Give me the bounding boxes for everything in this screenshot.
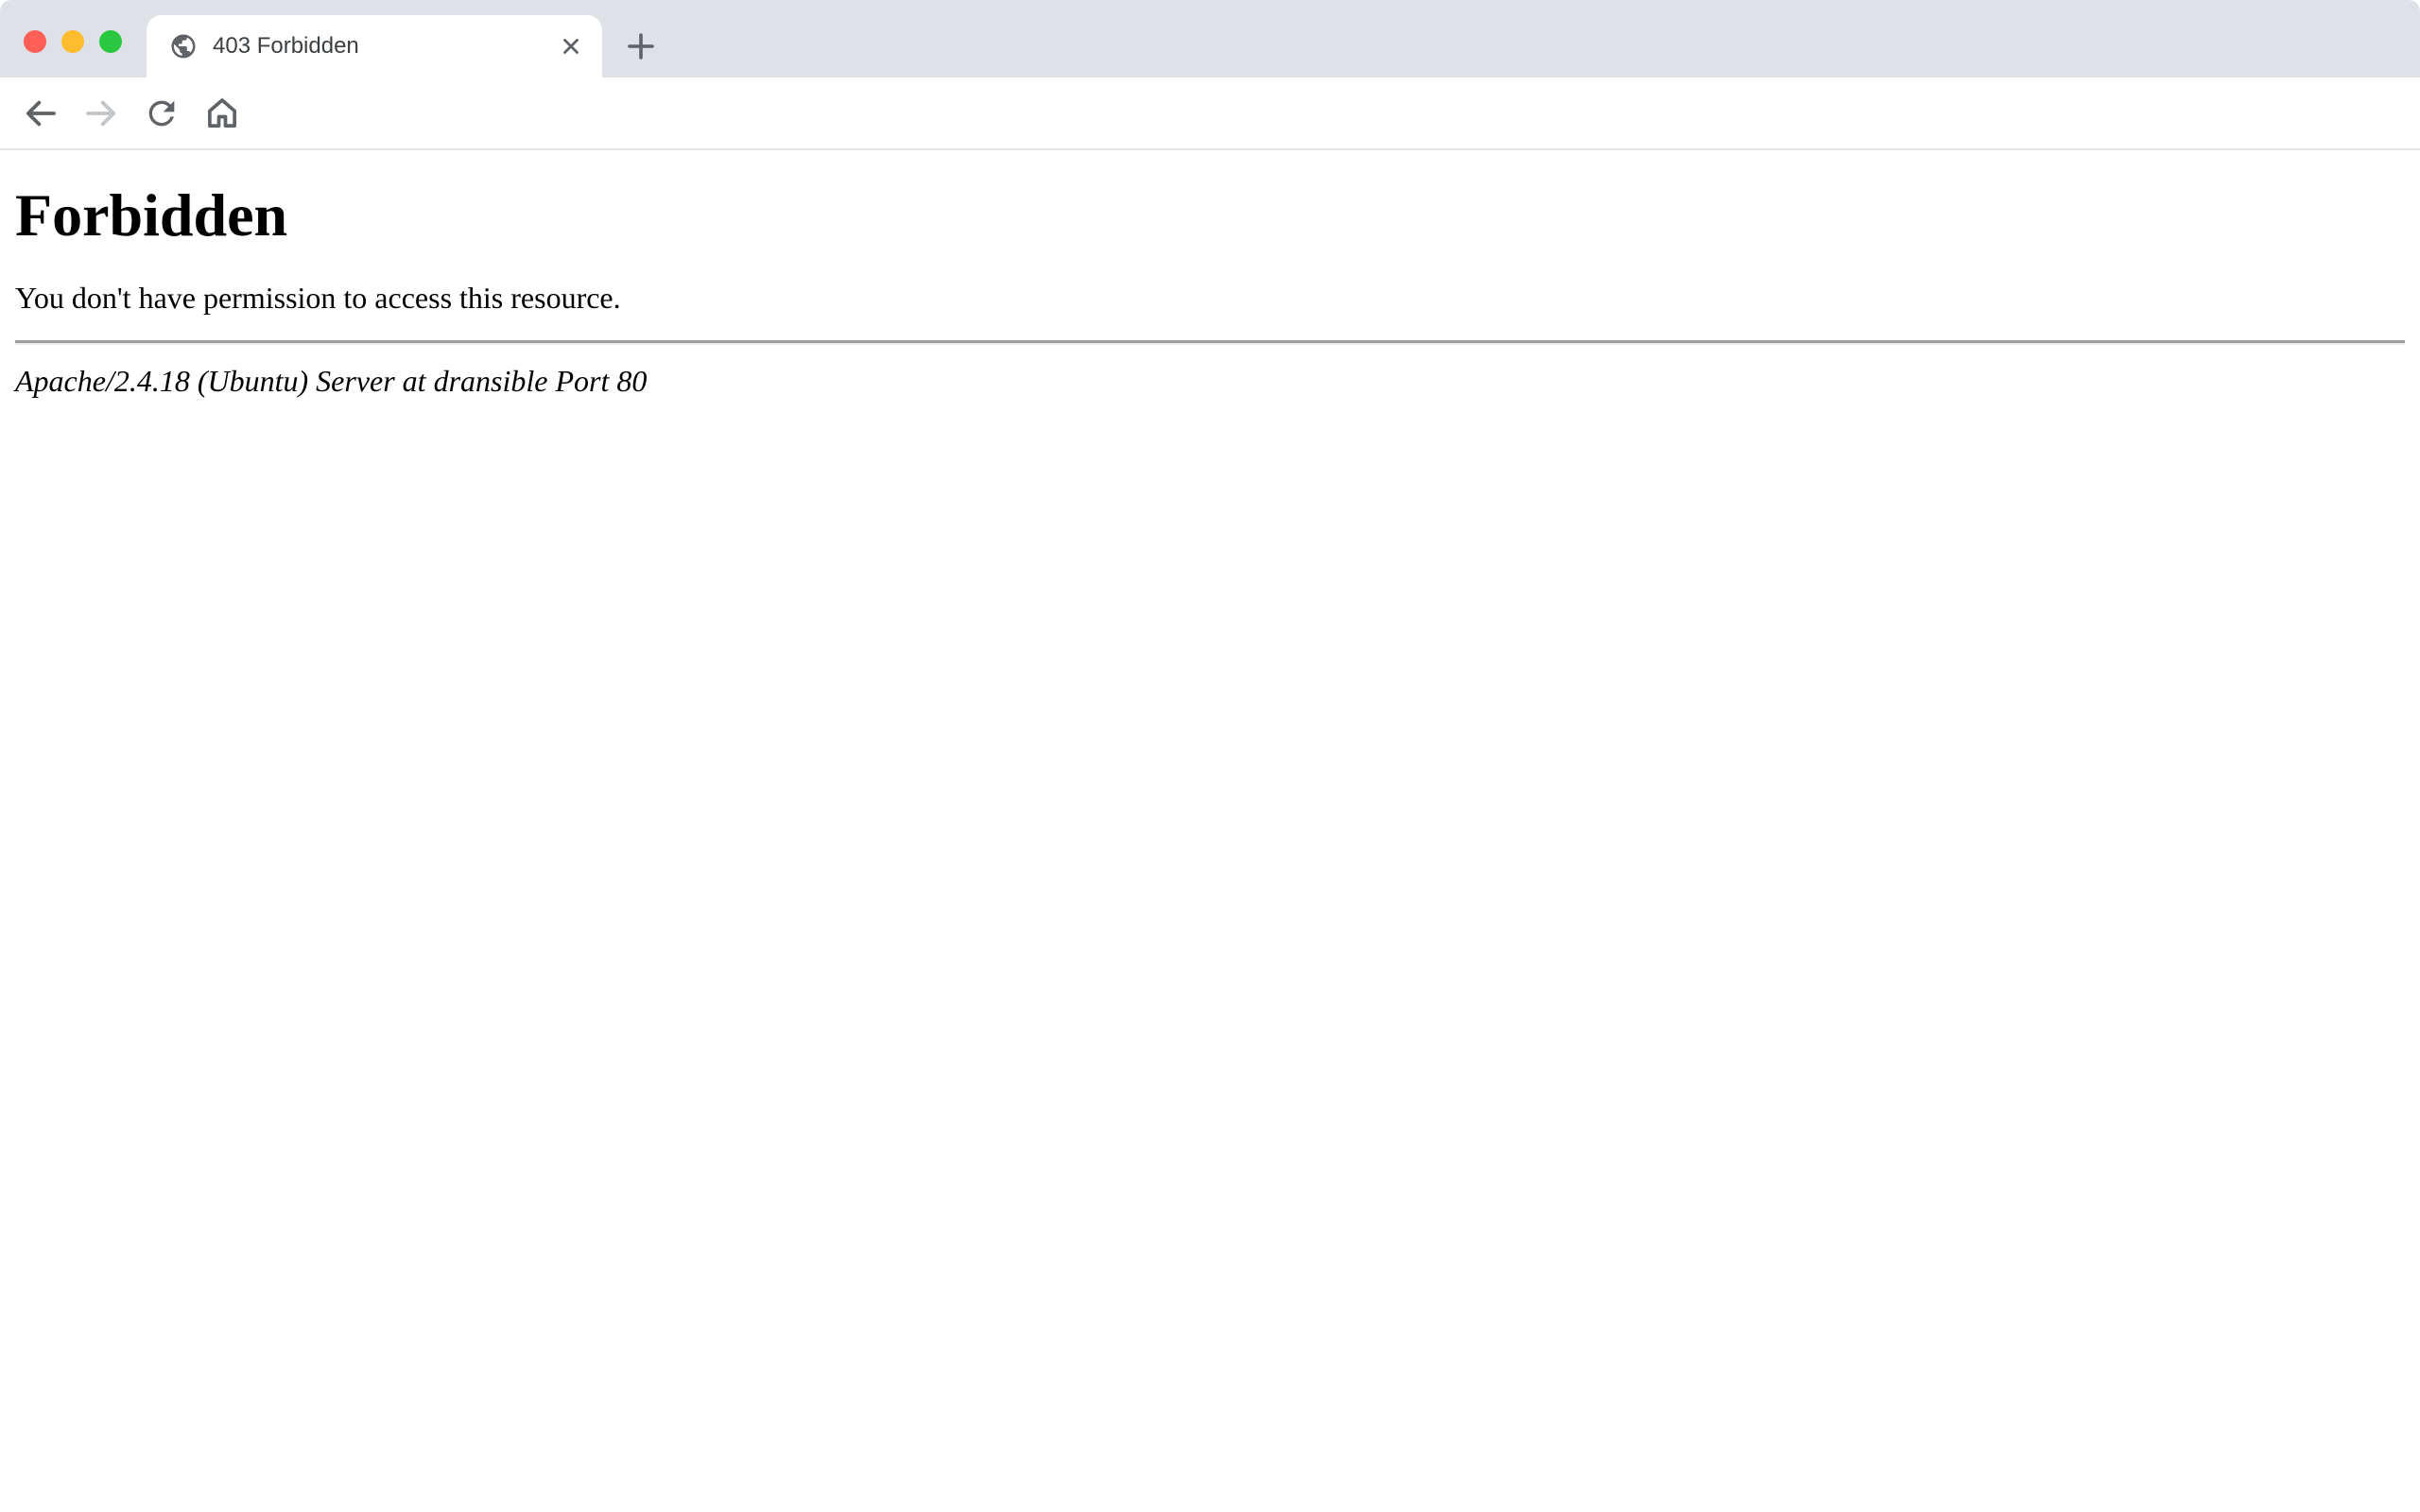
reload-button[interactable] (137, 89, 186, 138)
back-button[interactable] (16, 89, 65, 138)
divider (15, 340, 2405, 345)
error-heading: Forbidden (15, 180, 2405, 250)
forward-button[interactable] (77, 89, 126, 138)
window-close-button[interactable] (24, 30, 46, 53)
globe-icon (169, 32, 198, 60)
new-tab-button[interactable] (618, 24, 664, 69)
tab-title: 403 Forbidden (213, 33, 553, 60)
page-content: Forbidden You don't have permission to a… (0, 152, 2420, 399)
plus-icon (624, 29, 658, 63)
tab-close-button[interactable] (553, 28, 589, 64)
error-message: You don't have permission to access this… (15, 281, 2405, 316)
browser-toolbar: Not Secure dransible/ 1 (0, 77, 2420, 150)
tab-strip: 403 Forbidden (0, 0, 2420, 77)
server-signature: Apache/2.4.18 (Ubuntu) Server at dransib… (15, 364, 2405, 399)
home-button[interactable] (198, 89, 247, 138)
window-minimize-button[interactable] (61, 30, 84, 53)
window-zoom-button[interactable] (99, 30, 122, 53)
window-controls (24, 30, 122, 53)
browser-tab-403-forbidden[interactable]: 403 Forbidden (147, 15, 602, 77)
